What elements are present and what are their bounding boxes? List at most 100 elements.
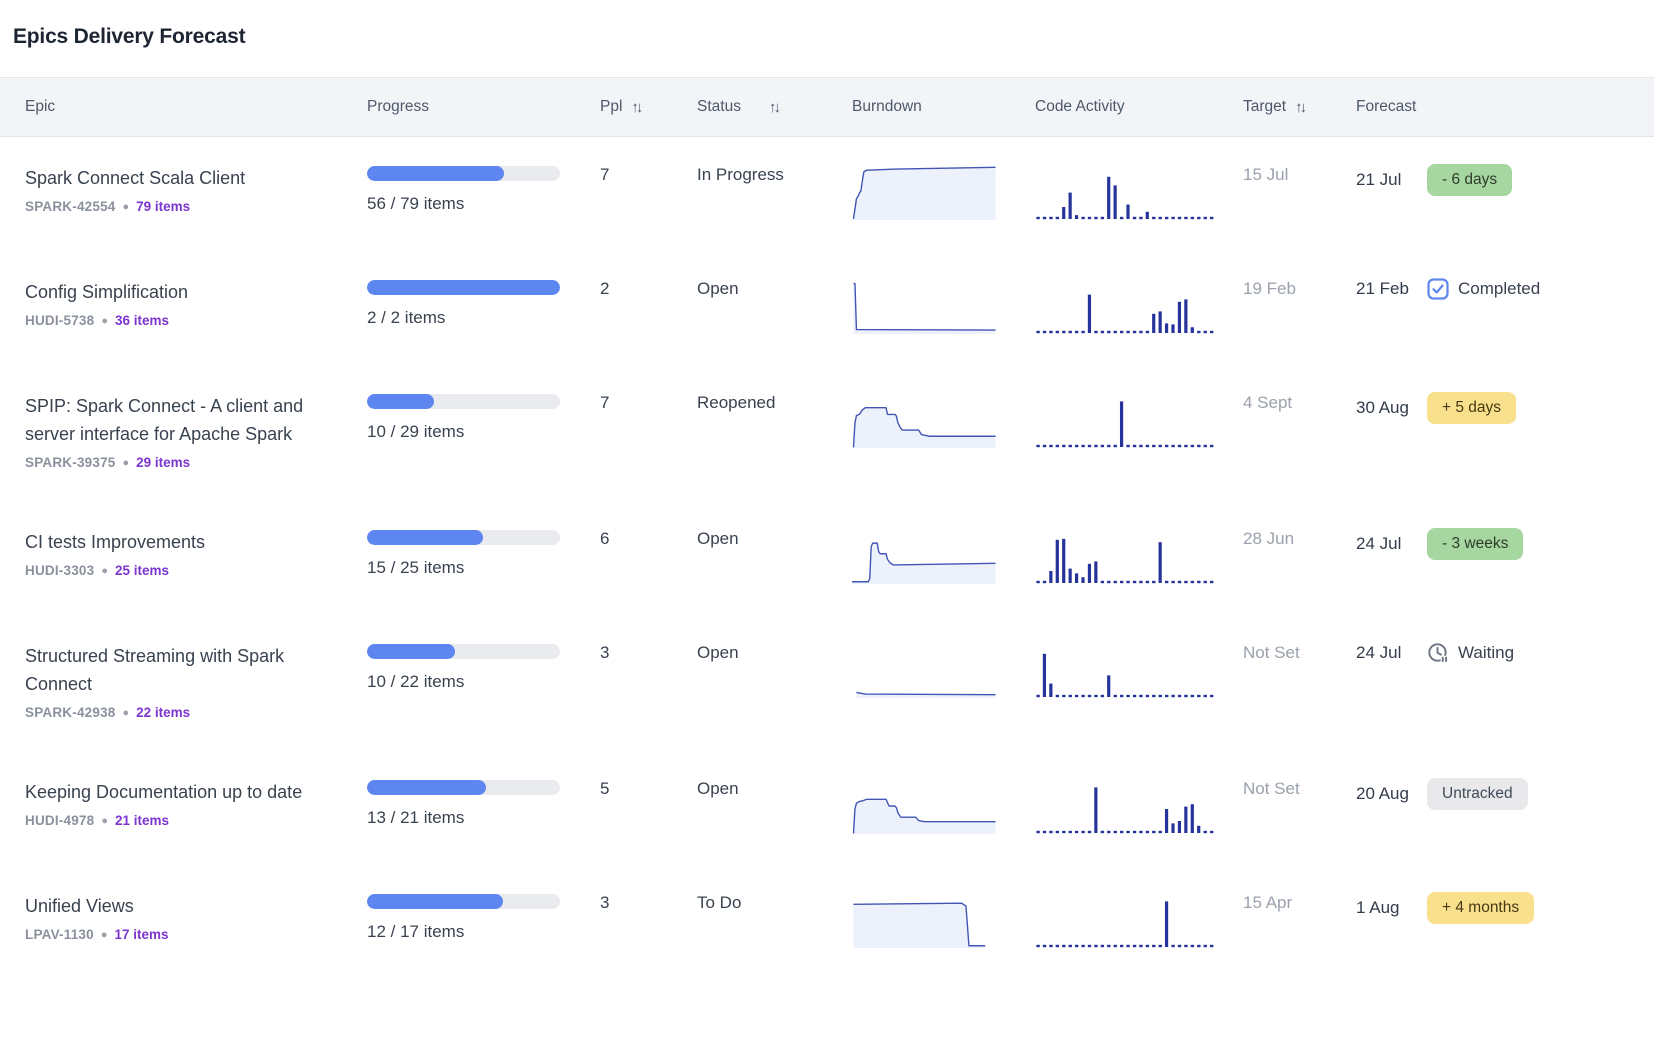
epic-name[interactable]: Spark Connect Scala Client: [25, 164, 322, 192]
code-activity-chart: [1035, 164, 1232, 220]
epic-subline: HUDI-5738 ● 36 items: [25, 313, 322, 328]
status-label: Open: [697, 278, 852, 299]
column-header-target: Target ↑↓: [1232, 98, 1356, 116]
table-row[interactable]: SPIP: Spark Connect - A client and serve…: [0, 365, 1654, 501]
sort-icon[interactable]: ↑↓: [769, 99, 778, 116]
forecast-badge: + 4 months: [1427, 892, 1534, 924]
forecast-badge: - 6 days: [1427, 164, 1512, 196]
code-activity-chart: [1035, 892, 1232, 948]
epic-name[interactable]: Config Simplification: [25, 278, 322, 306]
progress-bar-fill: [367, 166, 504, 181]
table-row[interactable]: CI tests Improvements HUDI-3303 ● 25 ite…: [0, 501, 1654, 615]
separator-dot-icon: ●: [101, 565, 108, 577]
epic-cell: SPIP: Spark Connect - A client and serve…: [0, 392, 367, 470]
target-date: Not Set: [1232, 642, 1356, 663]
forecast-date: 21 Feb: [1356, 279, 1410, 299]
table-row[interactable]: Unified Views LPAV-1130 ● 17 items 12 / …: [0, 865, 1654, 979]
epic-key: HUDI-3303: [25, 563, 94, 578]
epic-cell: Unified Views LPAV-1130 ● 17 items: [0, 892, 367, 942]
status-label: Open: [697, 642, 852, 663]
progress-cell: 13 / 21 items: [367, 778, 600, 828]
forecast-indicator: + 5 days: [1427, 392, 1516, 424]
table-header-row: Epic Progress Ppl ↑↓ Status ↑↓ Burndown …: [0, 77, 1654, 137]
progress-bar: [367, 166, 560, 181]
epic-items-link[interactable]: 21 items: [115, 813, 169, 828]
epic-subline: SPARK-42938 ● 22 items: [25, 705, 322, 720]
target-date: 28 Jun: [1232, 528, 1356, 549]
people-count: 5: [600, 778, 697, 799]
epic-subline: SPARK-39375 ● 29 items: [25, 455, 322, 470]
forecast-date: 30 Aug: [1356, 398, 1410, 418]
column-header-code-activity: Code Activity: [1035, 98, 1232, 116]
progress-label: 12 / 17 items: [367, 922, 560, 942]
forecast-indicator: + 4 months: [1427, 892, 1534, 924]
progress-bar-fill: [367, 394, 434, 409]
completed-checkbox-icon[interactable]: [1427, 278, 1449, 300]
table-row[interactable]: Structured Streaming with Spark Connect …: [0, 615, 1654, 751]
column-header-forecast: Forecast: [1356, 98, 1654, 116]
column-header-ppl-label: Ppl: [600, 98, 622, 116]
target-date: 15 Jul: [1232, 164, 1356, 185]
code-activity-chart: [1035, 392, 1232, 448]
burndown-chart: [852, 892, 1035, 948]
epics-forecast-page: Epics Delivery Forecast Epic Progress Pp…: [0, 0, 1654, 1056]
progress-label: 2 / 2 items: [367, 308, 560, 328]
forecast-cell: 21 Jul - 6 days: [1356, 164, 1654, 196]
column-header-burndown-label: Burndown: [852, 98, 922, 116]
epic-subline: SPARK-42554 ● 79 items: [25, 199, 322, 214]
sort-icon[interactable]: ↑↓: [631, 99, 640, 116]
people-count: 7: [600, 164, 697, 185]
sort-icon[interactable]: ↑↓: [1295, 99, 1304, 116]
progress-label: 10 / 29 items: [367, 422, 560, 442]
code-activity-chart: [1035, 642, 1232, 698]
progress-label: 15 / 25 items: [367, 558, 560, 578]
column-header-target-label: Target: [1243, 98, 1286, 116]
people-count: 2: [600, 278, 697, 299]
epic-name[interactable]: SPIP: Spark Connect - A client and serve…: [25, 392, 322, 448]
epic-name[interactable]: Keeping Documentation up to date: [25, 778, 322, 806]
progress-bar-fill: [367, 894, 503, 909]
table-row[interactable]: Keeping Documentation up to date HUDI-49…: [0, 751, 1654, 865]
epic-items-link[interactable]: 17 items: [115, 927, 169, 942]
epic-items-link[interactable]: 25 items: [115, 563, 169, 578]
epic-name[interactable]: CI tests Improvements: [25, 528, 322, 556]
epic-name[interactable]: Unified Views: [25, 892, 322, 920]
progress-cell: 2 / 2 items: [367, 278, 600, 328]
epic-cell: Keeping Documentation up to date HUDI-49…: [0, 778, 367, 828]
column-header-epic-label: Epic: [25, 98, 55, 116]
code-activity-chart: [1035, 778, 1232, 834]
forecast-date: 20 Aug: [1356, 784, 1410, 804]
progress-bar: [367, 644, 560, 659]
progress-bar: [367, 530, 560, 545]
column-header-status: Status ↑↓: [697, 98, 852, 116]
forecast-date: 24 Jul: [1356, 534, 1410, 554]
epic-items-link[interactable]: 36 items: [115, 313, 169, 328]
forecast-cell: 24 Jul - 3 weeks: [1356, 528, 1654, 560]
burndown-chart: [852, 392, 1035, 448]
separator-dot-icon: ●: [123, 457, 130, 469]
status-label: Open: [697, 528, 852, 549]
epic-name[interactable]: Structured Streaming with Spark Connect: [25, 642, 322, 698]
forecast-date: 24 Jul: [1356, 643, 1410, 663]
separator-dot-icon: ●: [123, 201, 130, 213]
clock-pause-icon: [1427, 642, 1449, 664]
burndown-chart: [852, 642, 1035, 698]
forecast-status-label: Waiting: [1458, 643, 1514, 663]
separator-dot-icon: ●: [123, 707, 130, 719]
epic-items-link[interactable]: 29 items: [136, 455, 190, 470]
epic-items-link[interactable]: 22 items: [136, 705, 190, 720]
epic-cell: Structured Streaming with Spark Connect …: [0, 642, 367, 720]
column-header-forecast-label: Forecast: [1356, 98, 1416, 116]
progress-cell: 10 / 29 items: [367, 392, 600, 442]
page-title: Epics Delivery Forecast: [0, 0, 1654, 49]
epic-cell: Spark Connect Scala Client SPARK-42554 ●…: [0, 164, 367, 214]
table-row[interactable]: Config Simplification HUDI-5738 ● 36 ite…: [0, 251, 1654, 365]
epic-items-link[interactable]: 79 items: [136, 199, 190, 214]
epic-key: SPARK-42938: [25, 705, 116, 720]
target-date: 15 Apr: [1232, 892, 1356, 913]
separator-dot-icon: ●: [101, 929, 108, 941]
progress-label: 56 / 79 items: [367, 194, 560, 214]
table-row[interactable]: Spark Connect Scala Client SPARK-42554 ●…: [0, 137, 1654, 251]
progress-bar-fill: [367, 780, 486, 795]
column-header-code-activity-label: Code Activity: [1035, 98, 1125, 116]
